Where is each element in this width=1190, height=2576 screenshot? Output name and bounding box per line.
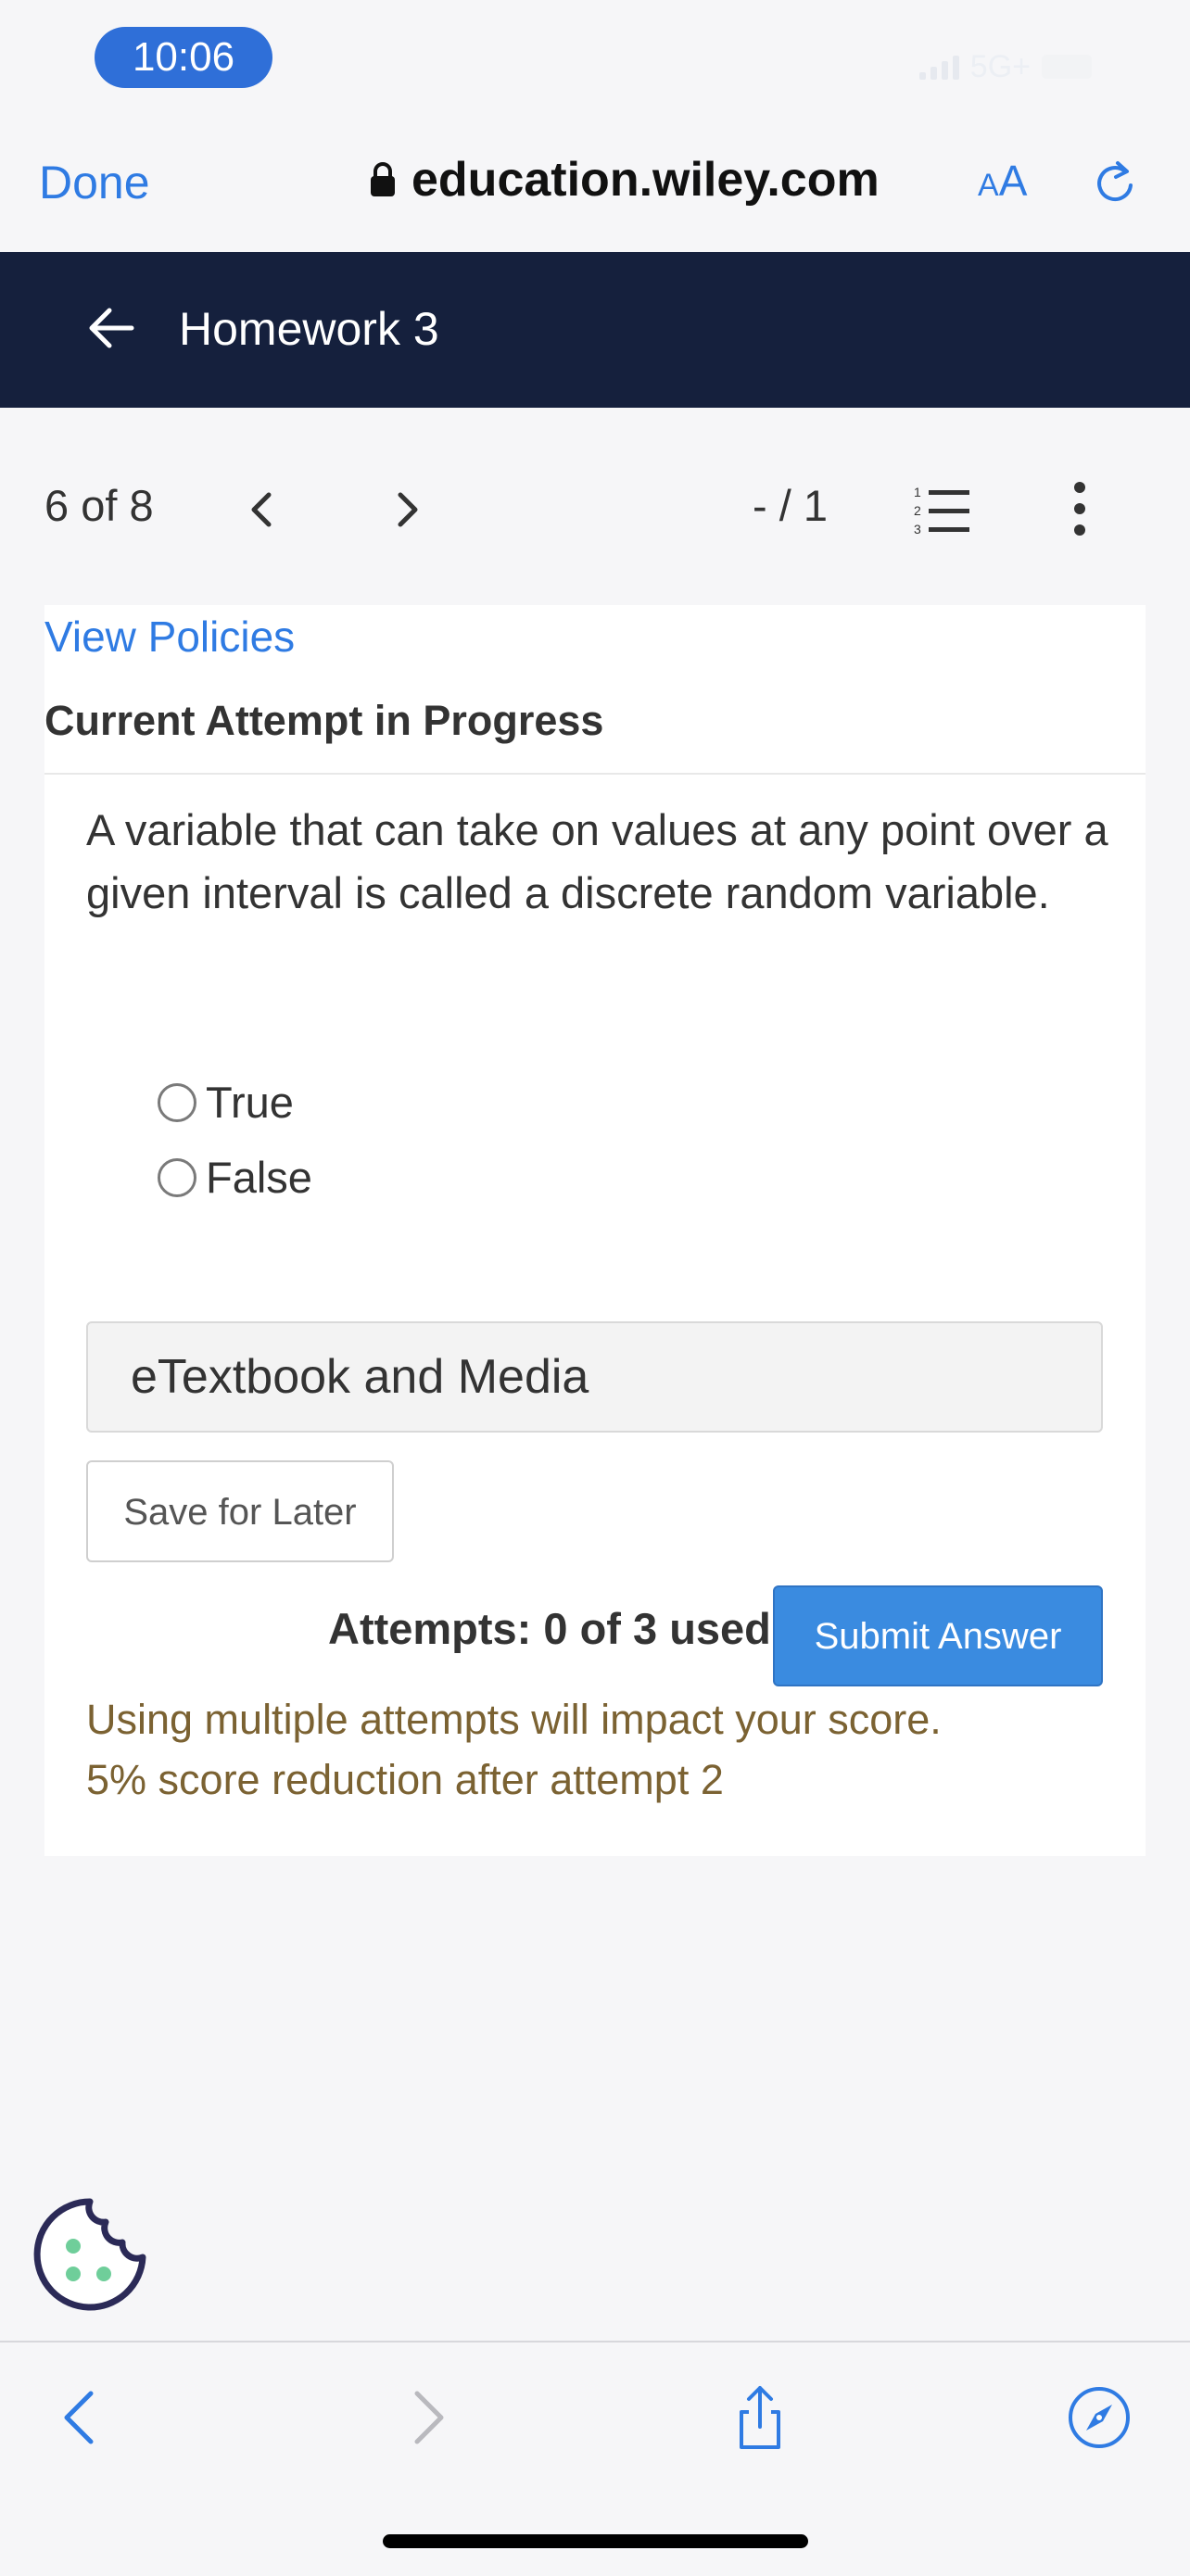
url-bar[interactable]: education.wiley.com [369, 152, 880, 208]
numbered-list-icon[interactable]: 1 2 3 [914, 482, 973, 537]
question-position: 6 of 8 [44, 481, 154, 530]
view-policies-link[interactable]: View Policies [44, 612, 295, 662]
svg-text:3: 3 [914, 522, 921, 537]
assignment-header: Homework 3 [0, 252, 1190, 408]
lock-icon [371, 162, 395, 196]
status-time: 10:06 [95, 27, 272, 88]
option-label: True [206, 1078, 294, 1127]
url-text: education.wiley.com [411, 153, 880, 207]
option-label: False [206, 1153, 312, 1202]
reload-icon[interactable] [1090, 158, 1142, 209]
forward-chevron-icon[interactable] [393, 2384, 460, 2451]
save-for-later-button[interactable]: Save for Later [86, 1460, 394, 1562]
svg-text:1: 1 [914, 485, 921, 499]
radio-button[interactable] [158, 1082, 196, 1122]
option-false[interactable]: False [158, 1152, 312, 1203]
divider [44, 773, 1146, 775]
network-label: 5G+ [969, 48, 1031, 84]
battery-icon [1042, 55, 1092, 79]
attempt-status-heading: Current Attempt in Progress [44, 697, 604, 744]
attempts-counter: Attempts: 0 of 3 used [328, 1604, 771, 1653]
more-vertical-icon[interactable] [1068, 478, 1092, 539]
signal-icon [918, 54, 959, 80]
attempts-warning-line1: Using multiple attempts will impact your… [86, 1696, 942, 1743]
text-size-button[interactable]: AA [978, 156, 1027, 206]
done-button[interactable]: Done [39, 156, 150, 209]
home-indicator [383, 2534, 808, 2548]
question-text: A variable that can take on values at an… [86, 805, 1108, 917]
back-chevron-icon[interactable] [48, 2384, 115, 2451]
option-true[interactable]: True [158, 1077, 294, 1128]
question-score: - / 1 [753, 481, 828, 530]
chevron-left-icon[interactable] [243, 484, 280, 536]
arrow-left-icon[interactable] [82, 298, 141, 358]
submit-answer-button[interactable]: Submit Answer [773, 1585, 1103, 1686]
share-icon[interactable] [727, 2384, 793, 2451]
cookie-icon[interactable] [32, 2196, 148, 2313]
text-size-small: A [978, 168, 999, 203]
assignment-title: Homework 3 [179, 303, 439, 355]
chevron-right-icon[interactable] [389, 484, 426, 536]
svg-text:2: 2 [914, 503, 921, 518]
status-indicators: 5G+ [918, 48, 1092, 85]
etextbook-media-panel[interactable]: eTextbook and Media [86, 1321, 1103, 1433]
compass-icon[interactable] [1066, 2384, 1133, 2451]
attempts-warning-line2: 5% score reduction after attempt 2 [86, 1756, 724, 1803]
text-size-large: A [998, 157, 1028, 205]
radio-button[interactable] [158, 1157, 196, 1197]
